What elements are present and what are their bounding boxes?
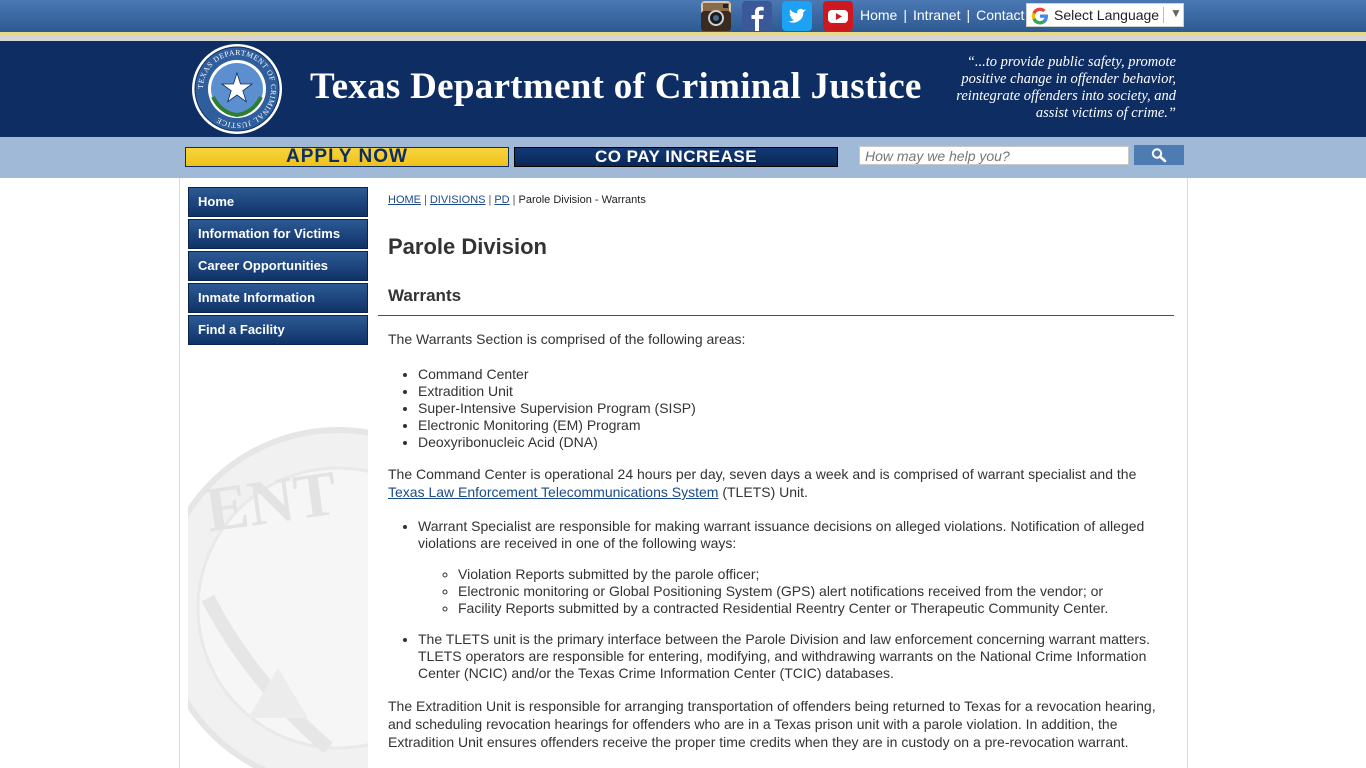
search-button[interactable] [1134, 145, 1184, 165]
section-divider [378, 315, 1174, 316]
breadcrumb-current: Parole Division - Warrants [518, 194, 646, 206]
list-item: The TLETS unit is the primary interface … [418, 631, 1168, 682]
search-icon [1151, 148, 1167, 163]
top-links: Home | Intranet | Contact [860, 7, 1024, 25]
extradition-paragraph: The Extradition Unit is responsible for … [388, 698, 1156, 750]
breadcrumb-separator: | [424, 194, 427, 206]
breadcrumb-divisions[interactable]: DIVISIONS [430, 194, 486, 206]
youtube-icon[interactable] [823, 1, 853, 31]
seal-watermark: ENT [188, 418, 368, 768]
sidebar-nav: Home Information for Victims Career Oppo… [188, 187, 368, 347]
sidebar-item-find-a-facility[interactable]: Find a Facility [188, 315, 368, 345]
list-item: Electronic Monitoring (EM) Program [418, 417, 1168, 434]
language-divider [1163, 7, 1164, 23]
tlets-link[interactable]: Texas Law Enforcement Telecommunications… [388, 484, 718, 500]
list-item: Command Center [418, 366, 1168, 383]
sidebar-item-career-opportunities[interactable]: Career Opportunities [188, 251, 368, 281]
sidebar-item-information-for-victims[interactable]: Information for Victims [188, 219, 368, 249]
warrant-areas-list: Command Center Extradition Unit Super-In… [388, 366, 1168, 451]
agency-motto: “...to provide public safety, promote po… [956, 54, 1176, 121]
site-search-input[interactable] [859, 146, 1129, 165]
twitter-icon[interactable] [782, 1, 812, 31]
command-center-text: The Command Center is operational 24 hou… [388, 466, 1137, 482]
page-title: Parole Division [388, 234, 547, 259]
list-item: Facility Reports submitted by a contract… [458, 600, 1168, 617]
command-center-list: Warrant Specialist are responsible for m… [388, 518, 1168, 682]
sidebar-item-inmate-information[interactable]: Inmate Information [188, 283, 368, 313]
section-title: Warrants [388, 286, 462, 305]
notification-ways-list: Violation Reports submitted by the parol… [418, 566, 1168, 617]
top-link-home[interactable]: Home [860, 7, 897, 23]
list-item: Violation Reports submitted by the parol… [458, 566, 1168, 583]
list-item: Super-Intensive Supervision Program (SIS… [418, 400, 1168, 417]
breadcrumb-home[interactable]: HOME [388, 194, 421, 206]
list-item: Extradition Unit [418, 383, 1168, 400]
tdcj-seal-logo[interactable]: TEXAS DEPARTMENT OF CRIMINAL JUSTICE [191, 43, 283, 140]
breadcrumb-pd[interactable]: PD [494, 194, 509, 206]
warrants-intro: The Warrants Section is comprised of the… [388, 331, 746, 347]
co-pay-increase-button[interactable]: CO PAY INCREASE [514, 147, 838, 167]
list-item: Electronic monitoring or Global Position… [458, 583, 1168, 600]
top-link-intranet[interactable]: Intranet [913, 7, 960, 23]
chevron-down-icon: ▼ [1170, 6, 1182, 20]
link-separator: | [966, 7, 971, 23]
sidebar-item-home[interactable]: Home [188, 187, 368, 217]
link-separator: | [903, 7, 907, 23]
apply-now-button[interactable]: APPLY NOW [185, 147, 509, 167]
site-header: TEXAS DEPARTMENT OF CRIMINAL JUSTICE Tex… [0, 41, 1366, 137]
site-title[interactable]: Texas Department of Criminal Justice [310, 65, 922, 108]
google-icon [1031, 7, 1049, 28]
breadcrumb: HOME | DIVISIONS | PD | Parole Division - Warr… [388, 194, 646, 206]
instagram-icon[interactable] [701, 1, 731, 31]
command-center-paragraph: The Command Center is operational 24 hou… [388, 465, 1163, 501]
language-selector[interactable]: Select Language ▼ [1026, 3, 1184, 27]
list-item: Warrant Specialist are responsible for m… [418, 518, 1168, 617]
language-label: Select Language [1054, 7, 1160, 23]
warrant-specialist-text: Warrant Specialist are responsible for m… [418, 518, 1145, 551]
list-item: Deoxyribonucleic Acid (DNA) [418, 434, 1168, 451]
top-link-contact[interactable]: Contact [976, 7, 1024, 23]
command-center-text-end: (TLETS) Unit. [718, 484, 808, 500]
facebook-icon[interactable] [742, 1, 772, 31]
breadcrumb-separator: | [488, 194, 492, 206]
